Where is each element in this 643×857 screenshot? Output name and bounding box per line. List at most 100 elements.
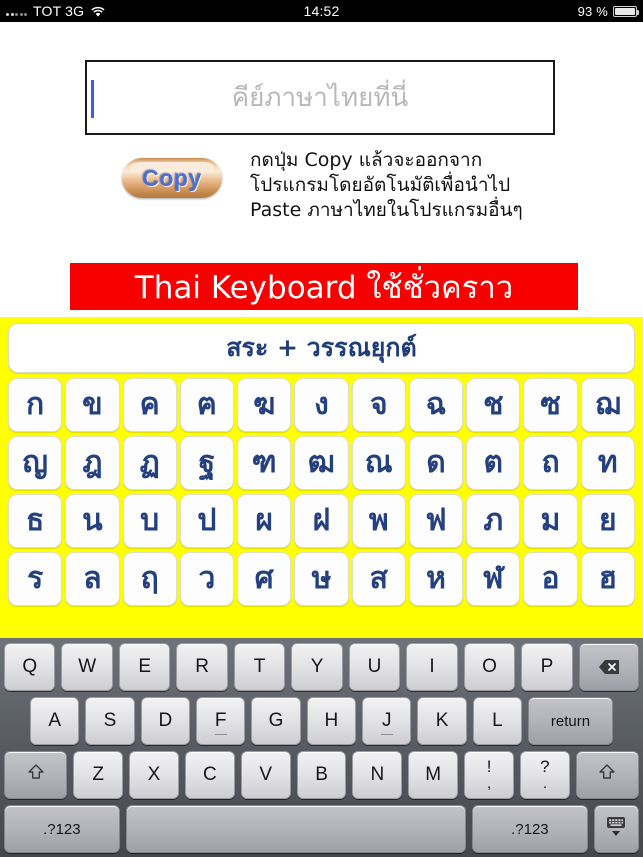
vowels-tones-button[interactable]: สระ + วรรณยุกต์ (8, 323, 635, 373)
thai-key[interactable]: อ (523, 552, 578, 606)
thai-key[interactable]: ช (466, 378, 521, 432)
thai-key[interactable]: จ (351, 378, 406, 432)
key-label: X (147, 764, 161, 785)
thai-key[interactable]: ฤ (122, 552, 177, 606)
thai-key[interactable]: ป (179, 494, 235, 548)
thai-key[interactable]: ข (65, 378, 120, 432)
thai-key[interactable]: ญ (8, 436, 63, 490)
thai-key-label: ญ (22, 445, 48, 480)
key-k[interactable]: K (417, 697, 467, 745)
thai-key[interactable]: ภ (466, 494, 521, 548)
thai-key[interactable]: น (65, 494, 120, 548)
thai-key[interactable]: ท (580, 436, 635, 490)
thai-key[interactable]: ฉ (408, 378, 464, 432)
thai-key[interactable]: ซ (523, 378, 578, 432)
thai-key[interactable]: ค (122, 378, 177, 432)
key-y[interactable]: Y (291, 643, 343, 691)
key-m[interactable]: M (408, 751, 459, 799)
key-j[interactable]: J (362, 697, 412, 745)
key-e[interactable]: E (118, 643, 171, 691)
thai-key[interactable]: บ (122, 494, 177, 548)
thai-key[interactable]: ฑ (237, 436, 292, 490)
key-i[interactable]: I (406, 643, 458, 691)
key-question-period[interactable]: ? . (519, 751, 570, 799)
key-d[interactable]: D (140, 697, 191, 745)
thai-key[interactable]: ฬ (466, 552, 521, 606)
thai-key[interactable]: ม (523, 494, 578, 548)
shift-left-key[interactable] (4, 751, 68, 799)
thai-key[interactable]: ฎ (65, 436, 120, 490)
key-l[interactable]: L (472, 697, 523, 745)
thai-key[interactable]: ฌ (580, 378, 635, 432)
ios-keyboard-row-4: .?123 .?123 (4, 805, 639, 853)
key-label-top: ! (486, 757, 492, 777)
app-title-banner: Thai Keyboard ใช้ชั่วคราว (70, 263, 578, 310)
hide-keyboard-key[interactable] (593, 805, 639, 853)
thai-key[interactable]: ฮ (580, 552, 635, 606)
thai-key[interactable]: ต (466, 436, 521, 490)
copy-button[interactable]: Copy (122, 158, 222, 198)
key-label: S (103, 710, 117, 731)
key-label: A (48, 710, 62, 731)
thai-key-row-3: ธ น บ ป ผ ฝ พ ฟ ภ ม ย (8, 494, 635, 548)
thai-key[interactable]: ห (408, 552, 464, 606)
key-f[interactable]: F (196, 697, 246, 745)
thai-key[interactable]: ก (8, 378, 63, 432)
key-x[interactable]: X (129, 751, 179, 799)
key-w[interactable]: W (61, 643, 113, 691)
thai-key[interactable]: ด (408, 436, 464, 490)
thai-key[interactable]: ศ (237, 552, 292, 606)
key-label-bottom: , (486, 775, 492, 793)
key-q[interactable]: Q (4, 643, 56, 691)
key-p[interactable]: P (521, 643, 573, 691)
key-c[interactable]: C (184, 751, 235, 799)
thai-key[interactable]: ย (580, 494, 635, 548)
key-b[interactable]: B (296, 751, 347, 799)
key-g[interactable]: G (251, 697, 301, 745)
thai-key[interactable]: ส (351, 552, 406, 606)
thai-key[interactable]: ว (179, 552, 235, 606)
copy-instructions-line-1: กดปุ่ม Copy แล้วจะออกจาก (250, 149, 483, 171)
key-n[interactable]: N (352, 751, 403, 799)
thai-key[interactable]: ล (65, 552, 120, 606)
space-key[interactable] (125, 805, 467, 853)
thai-key-label: อ (541, 561, 560, 596)
thai-key[interactable]: ณ (351, 436, 406, 490)
key-h[interactable]: H (306, 697, 357, 745)
thai-key-label: ภ (483, 503, 504, 538)
thai-key-label: ฐ (198, 445, 216, 480)
thai-key[interactable]: ร (8, 552, 63, 606)
thai-key[interactable]: ฟ (408, 494, 464, 548)
thai-key[interactable]: ฒ (294, 436, 349, 490)
thai-key-label: ล (83, 561, 102, 596)
key-exclaim-comma[interactable]: ! , (464, 751, 514, 799)
thai-key[interactable]: ฅ (179, 378, 235, 432)
thai-key[interactable]: ธ (8, 494, 63, 548)
key-label: Z (92, 764, 104, 785)
thai-key[interactable]: ง (294, 378, 349, 432)
thai-key[interactable]: ผ (237, 494, 292, 548)
key-z[interactable]: Z (73, 751, 124, 799)
thai-key[interactable]: ฏ (122, 436, 177, 490)
return-key[interactable]: return (528, 697, 613, 745)
key-t[interactable]: T (233, 643, 286, 691)
thai-key[interactable]: ถ (523, 436, 578, 490)
thai-key[interactable]: ฝ (294, 494, 349, 548)
thai-text-input[interactable]: คีย์ภาษาไทยที่นี่ (85, 60, 555, 135)
backspace-key[interactable] (578, 643, 640, 691)
key-v[interactable]: V (240, 751, 291, 799)
key-u[interactable]: U (348, 643, 401, 691)
numeric-right-key[interactable]: .?123 (472, 805, 588, 853)
key-r[interactable]: R (176, 643, 228, 691)
key-o[interactable]: O (463, 643, 516, 691)
numeric-left-key[interactable]: .?123 (4, 805, 120, 853)
thai-key[interactable]: ฐ (179, 436, 235, 490)
key-s[interactable]: S (85, 697, 135, 745)
thai-key[interactable]: ฆ (237, 378, 292, 432)
copy-button-label: Copy (142, 164, 202, 191)
key-label: .?123 (511, 820, 549, 838)
shift-right-key[interactable] (575, 751, 640, 799)
thai-key[interactable]: พ (351, 494, 406, 548)
thai-key[interactable]: ษ (294, 552, 349, 606)
key-a[interactable]: A (30, 697, 80, 745)
